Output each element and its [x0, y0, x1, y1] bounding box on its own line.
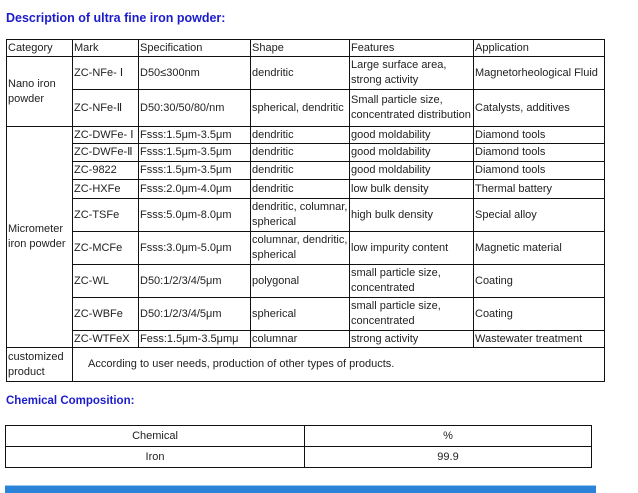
shape-cell: dendritic — [250, 161, 350, 180]
mark-cell: ZC-MCFe — [72, 231, 139, 265]
spec-cell: Fsss:2.0μm-4.0μm — [138, 179, 251, 199]
features-cell: small particle size, concentrated — [349, 264, 474, 298]
shape-cell: dendritic — [250, 179, 350, 199]
application-cell: Special alloy — [473, 198, 605, 232]
mark-cell: ZC-DWFe- Ⅰ — [72, 126, 139, 144]
table-row: Nano iron powder ZC-NFe- Ⅰ D50≤300nm dendri… — [6, 56, 605, 127]
shape-cell: spherical, dendritic — [250, 89, 350, 127]
features-cell: Small particle size, concentrated distri… — [349, 89, 474, 127]
table-row: ZC-NFe-Ⅱ D50:30/50/80/nm spherical, dendri… — [7, 89, 605, 127]
mark-cell: ZC-NFe-Ⅱ — [72, 89, 139, 127]
chemical-name: Iron — [5, 446, 305, 468]
table-row: ZC-TSFe Fsss:5.0μm-8.0μm dendritic, column… — [7, 198, 605, 232]
spec-cell: Fsss:1.5μm-3.5μm — [138, 161, 251, 180]
application-cell: Catalysts, additives — [473, 89, 605, 127]
custom-description: According to user needs, production of o… — [72, 347, 605, 382]
custom-row: customized product According to user need… — [6, 347, 605, 382]
table-header-row: Category Mark Specification Shape Featur… — [6, 39, 605, 57]
features-cell: Large surface area, strong activity — [349, 56, 474, 90]
header-chemical: Chemical — [5, 425, 305, 447]
application-cell: Thermal battery — [473, 179, 605, 199]
features-cell: strong activity — [349, 330, 474, 348]
features-cell: small particle size, concentrated — [349, 297, 474, 331]
table-row: ZC-WBFe D50:1/2/3/4/5μm spherical small par… — [7, 297, 605, 331]
spec-cell: D50:1/2/3/4/5μm — [138, 264, 251, 298]
spec-cell: Fsss:5.0μm-8.0μm — [138, 198, 251, 232]
category-cell: Nano iron powder — [6, 56, 73, 127]
features-cell: good moldability — [349, 161, 474, 180]
application-cell: Magnetic material — [473, 231, 605, 265]
composition-header-row: Chemical % — [5, 425, 592, 447]
spec-cell: D50:30/50/80/nm — [138, 89, 251, 127]
category-cell: customized product — [6, 347, 73, 382]
spec-cell: Fsss:1.5μm-3.5μm — [138, 126, 251, 144]
features-cell: low impurity content — [349, 231, 474, 265]
mark-cell: ZC-WTFeX — [72, 330, 139, 348]
table-row: ZC-HXFe Fsss:2.0μm-4.0μm dendritic low bulk… — [7, 179, 605, 199]
spec-cell: D50≤300nm — [138, 56, 251, 90]
powder-spec-table: Category Mark Specification Shape Featur… — [6, 39, 605, 382]
table-row: Micrometer iron powder ZC-DWFe- Ⅰ Fsss:1.5… — [6, 126, 605, 348]
header-mark: Mark — [72, 39, 139, 57]
table-row: ZC-WL D50:1/2/3/4/5μm polygonal small parti… — [7, 264, 605, 298]
shape-cell: dendritic — [250, 143, 350, 162]
shape-cell: columnar, dendritic, spherical — [250, 231, 350, 265]
mark-cell: ZC-DWFe-Ⅱ — [72, 143, 139, 162]
shape-cell: polygonal — [250, 264, 350, 298]
chemical-percent: 99.9 — [304, 446, 592, 468]
application-cell: Coating — [473, 297, 605, 331]
shape-cell: spherical — [250, 297, 350, 331]
application-cell: Diamond tools — [473, 143, 605, 162]
header-shape: Shape — [250, 39, 350, 57]
features-cell: high bulk density — [349, 198, 474, 232]
spec-cell: D50:1/2/3/4/5μm — [138, 297, 251, 331]
header-features: Features — [349, 39, 474, 57]
table-row: ZC-WTFeX Fess:1.5μm-3.5μmμ columnar strong … — [7, 330, 605, 348]
mark-cell: ZC-WBFe — [72, 297, 139, 331]
mark-cell: ZC-WL — [72, 264, 139, 298]
composition-row: Iron 99.9 — [5, 446, 592, 468]
features-cell: good moldability — [349, 126, 474, 144]
features-cell: good moldability — [349, 143, 474, 162]
table-row: ZC-MCFe Fsss:3.0μm-5.0μm columnar, dendrit… — [7, 231, 605, 265]
mark-cell: ZC-HXFe — [72, 179, 139, 199]
mark-cell: ZC-9822 — [72, 161, 139, 180]
header-specification: Specification — [138, 39, 251, 57]
spec-cell: Fsss:1.5μm-3.5μm — [138, 143, 251, 162]
header-percent: % — [304, 425, 592, 447]
application-cell: Diamond tools — [473, 126, 605, 144]
description-heading: Description of ultra fine iron powder: — [6, 11, 226, 25]
composition-heading: Chemical Composition: — [6, 395, 135, 407]
shape-cell: dendritic — [250, 56, 350, 90]
category-cell: Micrometer iron powder — [6, 126, 73, 348]
shape-cell: dendritic, columnar, spherical — [250, 198, 350, 232]
table-row: ZC-DWFe-Ⅱ Fsss:1.5μm-3.5μm dendritic good m… — [7, 143, 605, 162]
composition-table: Chemical % Iron 99.9 — [5, 425, 592, 468]
table-row: ZC-9822 Fsss:1.5μm-3.5μm dendritic good mol… — [7, 161, 605, 180]
application-cell: Coating — [473, 264, 605, 298]
application-cell: Magnetorheological Fluid — [473, 56, 605, 90]
shape-cell: dendritic — [250, 126, 350, 144]
shape-cell: columnar — [250, 330, 350, 348]
mark-cell: ZC-TSFe — [72, 198, 139, 232]
application-cell: Wastewater treatment — [473, 330, 605, 348]
application-cell: Diamond tools — [473, 161, 605, 180]
mark-cell: ZC-NFe- Ⅰ — [72, 56, 139, 90]
features-cell: low bulk density — [349, 179, 474, 199]
spec-cell: Fess:1.5μm-3.5μmμ — [138, 330, 251, 348]
header-category: Category — [6, 39, 73, 57]
header-application: Application — [473, 39, 605, 57]
spec-cell: Fsss:3.0μm-5.0μm — [138, 231, 251, 265]
